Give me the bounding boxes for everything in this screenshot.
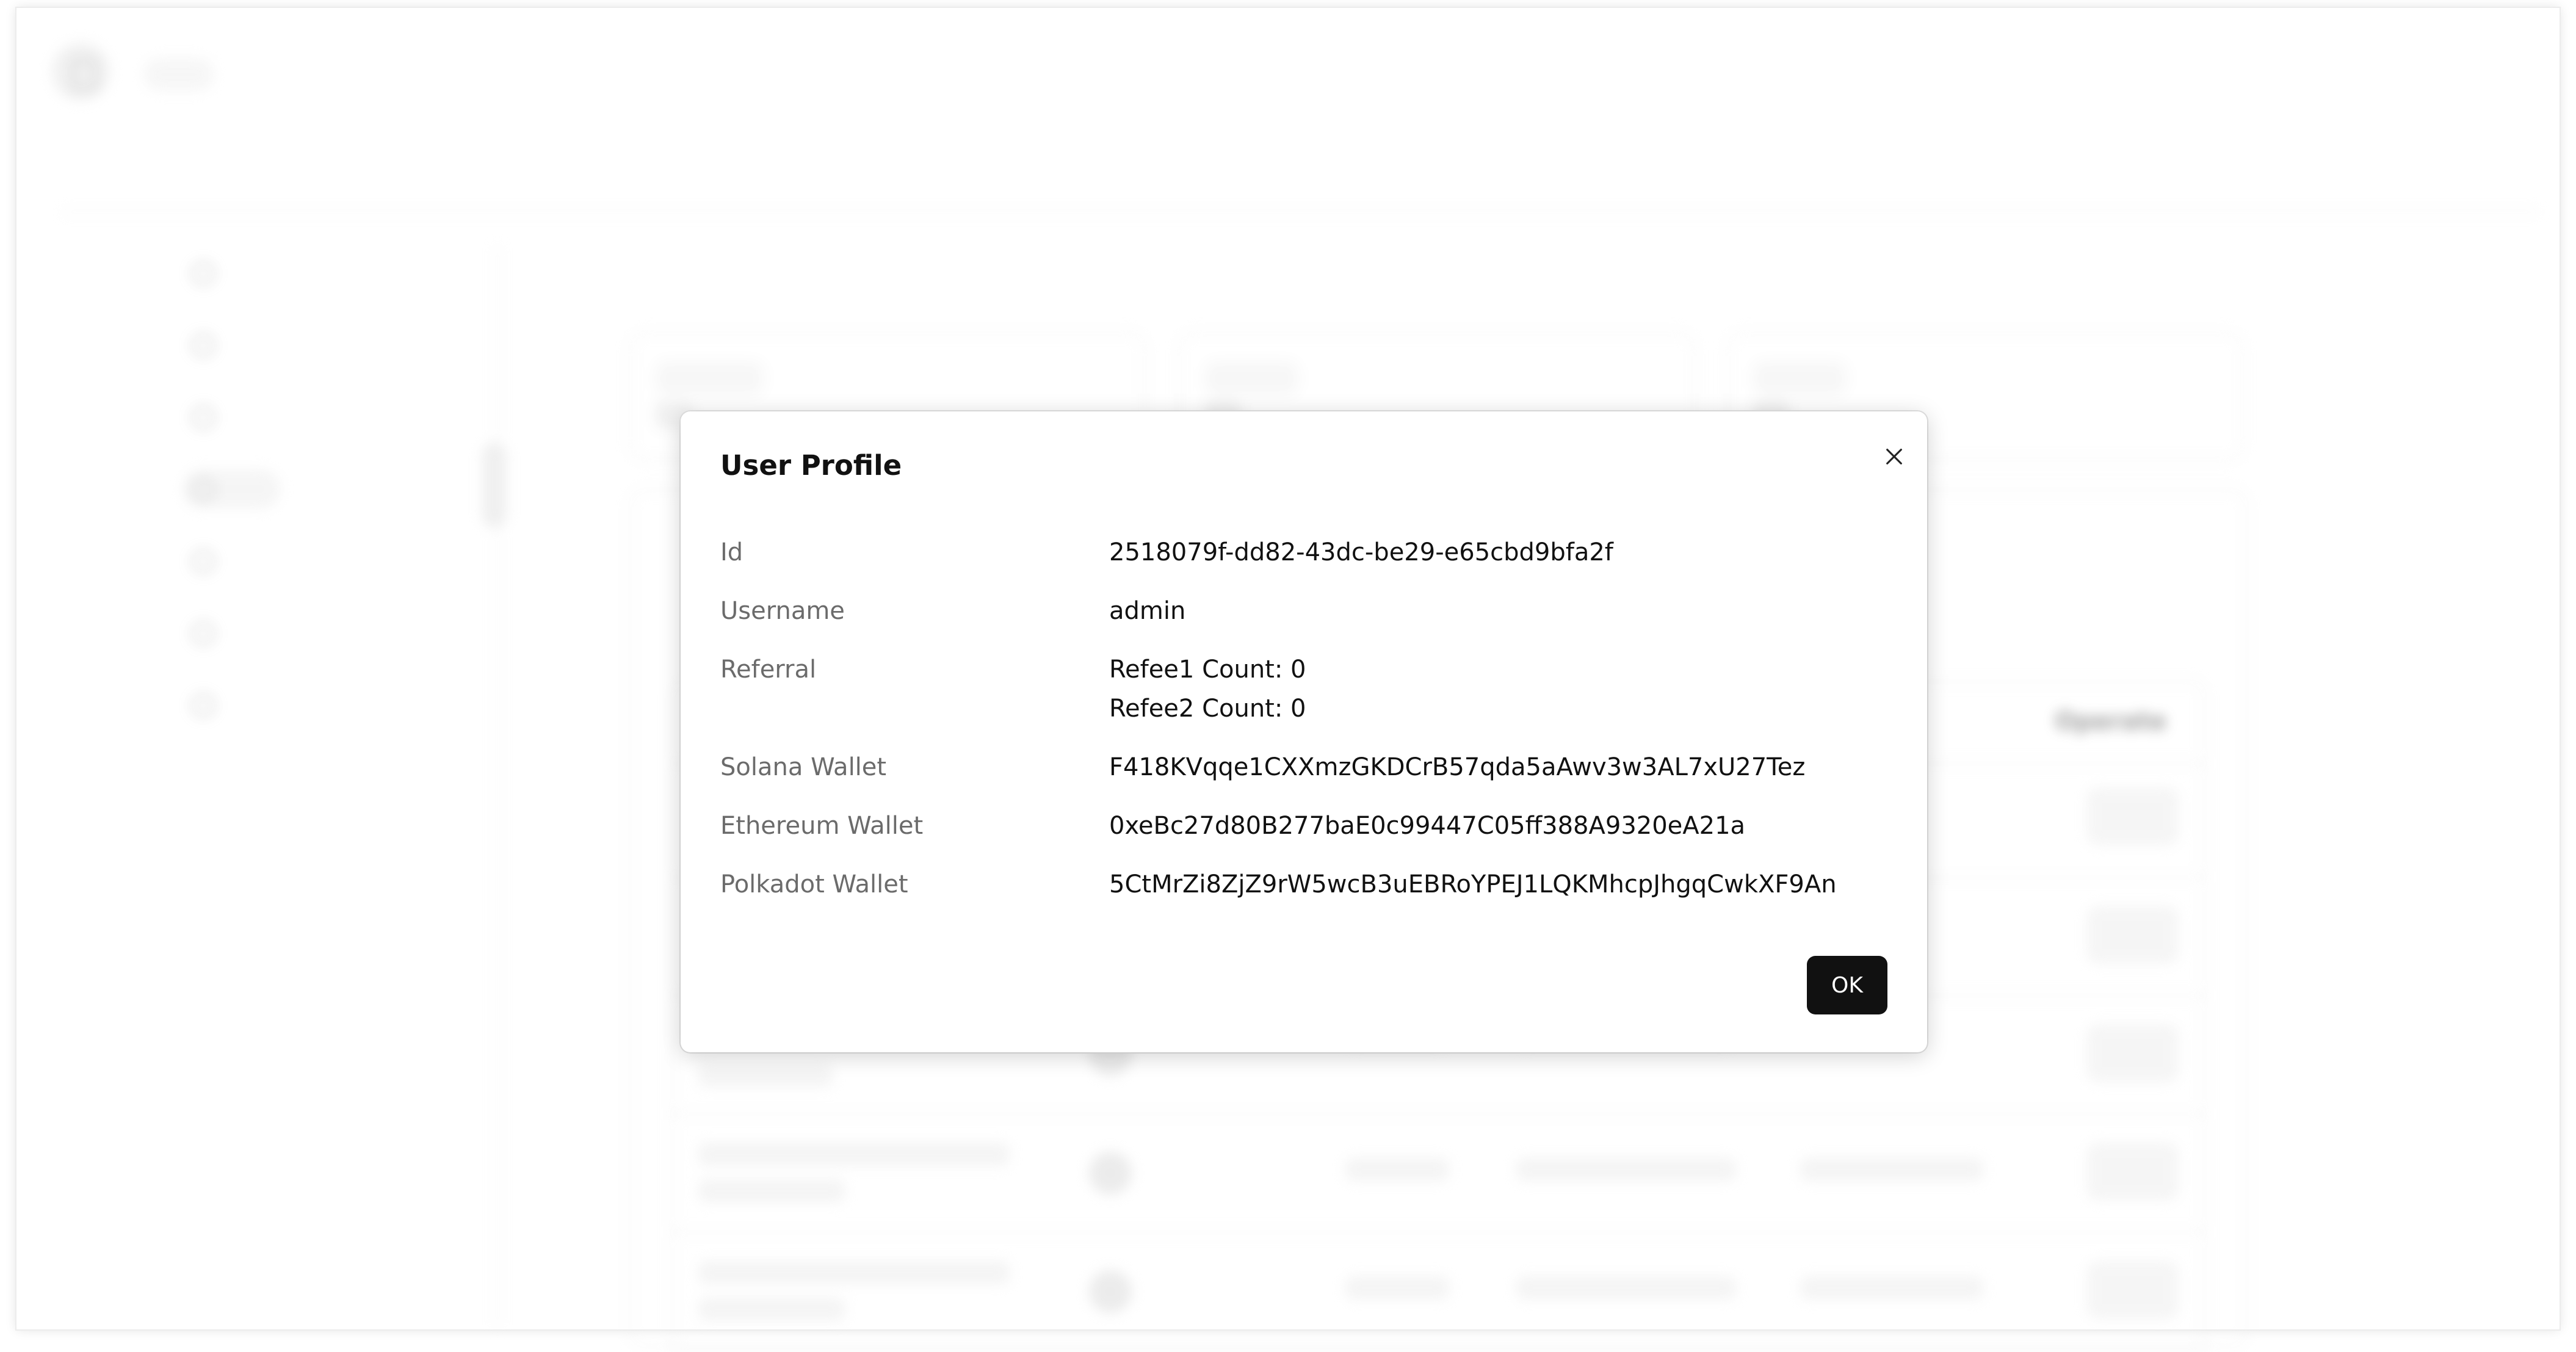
logout-link [2467, 56, 2521, 84]
cell-text [698, 1064, 833, 1087]
field-value: 5CtMrZi8ZjZ9rW5wcB3uEBRoYPEJ1LQKMhcpJhgq… [1109, 870, 1837, 898]
avatar-icon [1089, 1152, 1132, 1195]
cell-text [698, 1143, 1010, 1166]
section-title [626, 259, 677, 294]
project-title [180, 139, 241, 190]
field-label: Ethereum Wallet [720, 812, 924, 840]
field-label: Username [720, 597, 845, 625]
cell-text [1800, 1158, 1983, 1181]
cell-text [698, 1261, 1010, 1284]
cell-text [698, 1298, 845, 1321]
detail-button [2087, 787, 2179, 845]
avatar-icon [1089, 1270, 1132, 1313]
cell-text [1345, 1158, 1449, 1181]
user-profile-modal: User Profile Id 2518079f-dd82-43dc-be29-… [681, 411, 1927, 1052]
sidebar-resize-handle [482, 443, 507, 528]
stat-label [1205, 361, 1298, 396]
column-header-operate: Operate [2055, 707, 2166, 736]
cell-text [1345, 1276, 1449, 1300]
field-value: 2518079f-dd82-43dc-be29-e65cbd9bfa2f [1109, 538, 1613, 566]
sidebar-item [183, 541, 291, 580]
detail-button [2087, 906, 2179, 964]
cell-text [1516, 1276, 1736, 1300]
sidebar-item [183, 397, 350, 436]
field-label: Solana Wallet [720, 753, 887, 781]
close-icon [1886, 449, 1902, 465]
table-row [671, 1115, 2205, 1234]
ok-button[interactable]: OK [1807, 956, 1887, 1014]
sidebar-item [183, 685, 291, 725]
field-label: Polkadot Wallet [720, 870, 908, 898]
logo-icon [71, 59, 97, 90]
sidebar-item [183, 325, 306, 364]
field-value: Refee1 Count: 0 [1109, 656, 1306, 684]
field-value: admin [1109, 597, 1186, 625]
stat-label [1753, 361, 1847, 396]
field-label: Referral [720, 656, 817, 684]
table-row [671, 1234, 2205, 1352]
sidebar-divider [496, 244, 499, 1329]
cell-text [698, 1179, 845, 1202]
header-divider [61, 211, 2539, 213]
stat-label [656, 361, 764, 396]
cell-text [1800, 1276, 1983, 1300]
modal-title: User Profile [720, 449, 902, 482]
top-nav-item [143, 58, 215, 91]
sidebar-item [183, 253, 284, 292]
detail-button [2087, 1261, 2179, 1319]
top-nav-item [293, 58, 327, 86]
sidebar-item-active [183, 469, 281, 508]
field-label: Id [720, 538, 743, 566]
field-value: 0xeBc27d80B277baE0c99447C05ff388A9320eA2… [1109, 812, 1746, 840]
field-value-secondary: Refee2 Count: 0 [1109, 695, 1306, 723]
sidebar-item [183, 613, 298, 653]
app-logo [52, 43, 110, 101]
detail-button [2087, 1143, 2179, 1201]
detail-button [2087, 1024, 2179, 1082]
field-value: F418KVqqe1CXXmzGKDCrB57qda5aAwv3w3AL7xU2… [1109, 753, 1806, 781]
cell-text [1516, 1158, 1736, 1181]
close-button[interactable] [1873, 435, 1916, 478]
